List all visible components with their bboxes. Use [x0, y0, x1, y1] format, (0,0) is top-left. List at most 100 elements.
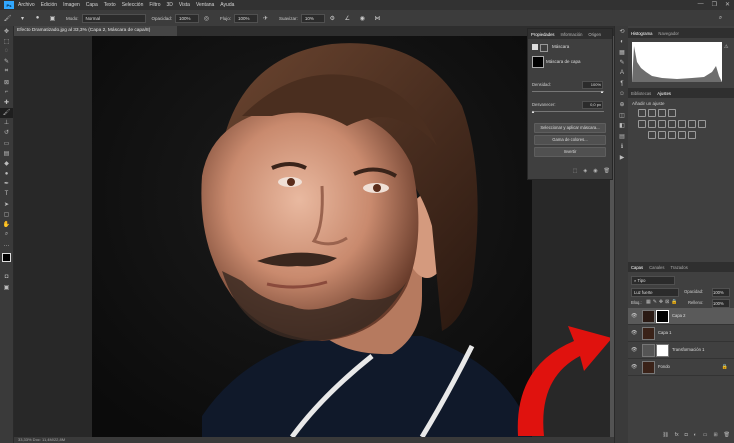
levels-adjustment-icon[interactable] — [648, 109, 656, 117]
chevron-down-icon[interactable]: ▾ — [18, 14, 27, 23]
menu-vista[interactable]: Vista — [179, 2, 190, 8]
search-icon[interactable]: ⌕ — [716, 14, 725, 23]
vibrance-adjustment-icon[interactable] — [638, 120, 646, 128]
fx-icon[interactable]: fx — [675, 432, 679, 441]
airbrush-icon[interactable]: ✈ — [261, 14, 270, 23]
mode-select[interactable]: Normal — [81, 13, 146, 23]
character-icon[interactable]: A — [615, 68, 629, 79]
density-slider-handle[interactable]: ▲ — [600, 89, 604, 94]
color-balance-adjustment-icon[interactable] — [658, 120, 666, 128]
delete-layer-icon[interactable]: 🗑 — [724, 432, 730, 441]
portrait-photo[interactable] — [92, 36, 532, 437]
clone-source-icon[interactable]: ⊕ — [615, 100, 629, 111]
quick-select-tool-icon[interactable]: ✎ — [0, 57, 13, 67]
delete-icon[interactable]: 🗑 — [604, 168, 610, 176]
layer-row-fondo[interactable]: 👁 Fondo 🔒 — [628, 359, 734, 376]
photo-filter-adjustment-icon[interactable] — [678, 120, 686, 128]
color-lookup-adjustment-icon[interactable] — [698, 120, 706, 128]
new-layer-icon[interactable]: ⊞ — [713, 432, 717, 441]
tab-navigator[interactable]: Navegador — [658, 31, 679, 36]
exposure-adjustment-icon[interactable] — [668, 109, 676, 117]
posterize-adjustment-icon[interactable] — [658, 131, 666, 139]
tab-channels[interactable]: Canales — [649, 265, 664, 270]
tab-libraries[interactable]: Bibliotecas — [631, 91, 651, 96]
color-range-button[interactable]: Gama de colores... — [534, 135, 606, 145]
density-slider[interactable] — [532, 91, 604, 92]
menu-texto[interactable]: Texto — [104, 2, 116, 8]
menu-capa[interactable]: Capa — [86, 2, 98, 8]
threshold-adjustment-icon[interactable] — [668, 131, 676, 139]
history-icon[interactable]: ⟲ — [615, 26, 629, 37]
layer-mask-thumbnail[interactable] — [656, 344, 669, 357]
color-icon[interactable]: ◐ — [615, 37, 629, 48]
eye-icon[interactable]: 👁 — [631, 330, 637, 336]
foreground-color-swatch[interactable] — [2, 253, 11, 263]
eye-icon[interactable]: 👁 — [631, 347, 637, 353]
info-icon[interactable]: ℹ — [615, 142, 629, 153]
marquee-tool-icon[interactable]: ⬚ — [0, 36, 13, 46]
opacity-field[interactable]: 100% — [175, 13, 200, 23]
move-tool-icon[interactable]: ✥ — [0, 26, 13, 36]
layer-row-transformacion-1[interactable]: 👁 Transformación 1 — [628, 342, 734, 359]
color-swatches[interactable] — [0, 250, 14, 272]
menu-edicion[interactable]: Edición — [41, 2, 57, 8]
brush-size-icon[interactable]: ● — [33, 14, 42, 23]
gear-icon[interactable]: ⚙ — [328, 14, 337, 23]
menu-filtro[interactable]: Filtro — [149, 2, 160, 8]
actions-icon[interactable]: ▶ — [615, 152, 629, 163]
new-adjustment-icon[interactable]: ◐ — [694, 432, 697, 441]
quick-mask-icon[interactable]: ◘ — [0, 272, 13, 282]
brush-tool-icon[interactable]: 🖌 — [3, 14, 12, 23]
gradient-tool-icon[interactable]: ▤ — [0, 148, 13, 158]
layer-row-capa-1[interactable]: 👁 Capa 1 — [628, 325, 734, 342]
fill-field[interactable]: 100% — [712, 299, 730, 308]
tab-info[interactable]: Información — [561, 32, 583, 37]
vector-mask-icon[interactable] — [540, 44, 548, 52]
black-white-adjustment-icon[interactable] — [668, 120, 676, 128]
tab-layers[interactable]: Capas — [631, 265, 643, 270]
shape-tool-icon[interactable]: ▢ — [0, 209, 13, 219]
tab-histogram[interactable]: Histograma — [631, 31, 652, 36]
flow-field[interactable]: 100% — [234, 13, 259, 23]
tab-origin[interactable]: Origen — [588, 32, 601, 37]
glyphs-icon[interactable]: ☺ — [615, 89, 629, 100]
path-select-tool-icon[interactable]: ➤ — [0, 199, 13, 209]
new-group-icon[interactable]: ▭ — [703, 432, 708, 441]
layer-filter-select[interactable]: ⌕ Tipo — [631, 276, 675, 285]
brushes-icon[interactable]: ✎ — [615, 58, 629, 69]
blend-mode-select[interactable]: Luz fuerte — [631, 288, 679, 297]
lock-icons[interactable]: ▦✎✥⊠🔒 — [646, 299, 680, 305]
apply-mask-icon[interactable]: ◈ — [583, 168, 587, 176]
stamp-tool-icon[interactable]: ⊥ — [0, 118, 13, 128]
link-layers-icon[interactable]: ⛓ — [662, 432, 668, 441]
brush-panel-icon[interactable]: ▣ — [48, 14, 57, 23]
add-mask-icon[interactable]: ◘ — [685, 432, 688, 441]
layer-mask-thumbnail[interactable] — [656, 310, 669, 323]
layer-row-capa-2[interactable]: 👁 Capa 2 — [628, 308, 734, 325]
crop-tool-icon[interactable]: ⌗ — [0, 67, 13, 77]
density-field[interactable]: 100% — [582, 81, 603, 89]
load-selection-icon[interactable]: ⬚ — [573, 168, 578, 176]
minimize-button[interactable]: — — [698, 1, 704, 8]
menu-ayuda[interactable]: Ayuda — [220, 2, 234, 8]
feather-slider-handle[interactable]: ▲ — [531, 109, 535, 114]
eraser-tool-icon[interactable]: ▭ — [0, 138, 13, 148]
paragraph-icon[interactable]: ¶ — [615, 79, 629, 90]
menu-3d[interactable]: 3D — [167, 2, 173, 8]
pressure-size-icon[interactable]: ◉ — [358, 14, 367, 23]
eye-icon[interactable]: 👁 — [631, 313, 637, 319]
frame-tool-icon[interactable]: ⊠ — [0, 77, 13, 87]
channel-mixer-adjustment-icon[interactable] — [688, 120, 696, 128]
menu-imagen[interactable]: Imagen — [63, 2, 80, 8]
pen-tool-icon[interactable]: ✒ — [0, 179, 13, 189]
more-tools-icon[interactable]: … — [0, 240, 13, 250]
healing-tool-icon[interactable]: ✚ — [0, 97, 13, 107]
selective-color-adjustment-icon[interactable] — [688, 131, 696, 139]
canvas-area[interactable] — [14, 36, 610, 437]
shapes-icon[interactable]: ◧ — [615, 121, 629, 132]
brightness-adjustment-icon[interactable] — [638, 109, 646, 117]
eyedropper-tool-icon[interactable]: ⌐ — [0, 87, 13, 97]
feather-slider[interactable] — [532, 111, 604, 112]
styles-icon[interactable]: ◫ — [615, 110, 629, 121]
menu-archivo[interactable]: Archivo — [18, 2, 35, 8]
